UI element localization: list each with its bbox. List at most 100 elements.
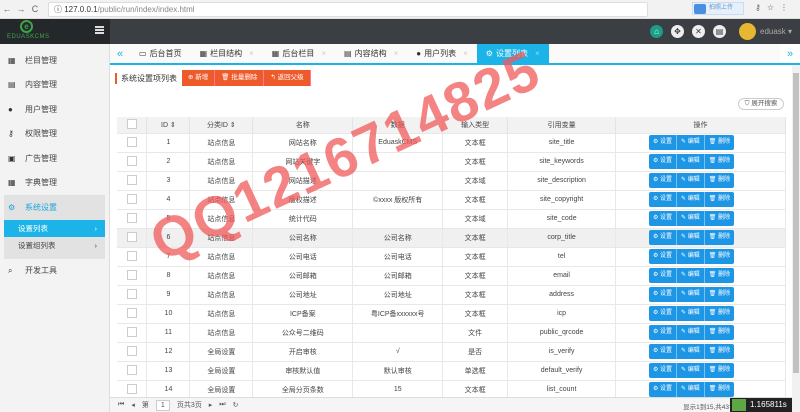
expand-search-button[interactable]: ⛉ 展开搜索 [738,98,784,110]
row-checkbox[interactable] [126,269,137,280]
select-all-checkbox[interactable] [126,118,137,129]
row-checkbox[interactable] [126,193,137,204]
table-row[interactable]: 7 站点信息 公司电话 公司电话 文本框 tel ⚙ 设置 ✎ 编辑 🗑 删除 [117,246,786,266]
set-button[interactable]: ⚙ 设置 [648,344,678,359]
first-page-icon[interactable]: ⏮ [118,401,124,409]
address-bar[interactable]: ⓘ 127.0.0.1/public/run/index/index.html [48,2,648,17]
set-button[interactable]: ⚙ 设置 [648,154,678,169]
sidebar-item[interactable]: ▦ 字典管理 [0,171,109,196]
table-row[interactable]: 11 站点信息 公众号二维码 文件 public_qrcode ⚙ 设置 ✎ 编辑 🗑 … [117,322,786,342]
table-row[interactable]: 12 全局设置 开启审核 √ 是否 is_verify ⚙ 设置 ✎ 编辑 🗑 删除 [117,341,786,361]
set-button[interactable]: ⚙ 设置 [648,135,678,150]
clear-cache-icon[interactable]: ▤ [713,25,726,38]
move-icon[interactable]: ✥ [671,25,684,38]
delete-button[interactable]: 🗑 删除 [704,268,735,283]
set-button[interactable]: ⚙ 设置 [648,306,678,321]
edit-button[interactable]: ✎ 编辑 [677,173,705,188]
set-button[interactable]: ⚙ 设置 [648,287,678,302]
row-checkbox[interactable] [126,231,137,242]
row-checkbox[interactable] [126,174,137,185]
sidebar-item[interactable]: ● 用户管理 [0,97,109,122]
row-checkbox[interactable] [126,383,137,394]
edit-button[interactable]: ✎ 编辑 [677,306,705,321]
sidebar-subitem-settings-list[interactable]: 设置列表 › [4,219,105,237]
edit-button[interactable]: ✎ 编辑 [677,135,705,150]
edit-button[interactable]: ✎ 编辑 [677,363,705,378]
prev-page-icon[interactable]: ◂ [131,401,135,409]
tab-close-icon[interactable]: × [321,49,326,58]
forward-icon[interactable]: → [14,4,28,14]
tabs-scroll-right-icon[interactable]: » [780,44,800,63]
delete-button[interactable]: 🗑 删除 [704,211,735,226]
page-input[interactable]: 1 [155,399,170,411]
edit-button[interactable]: ✎ 编辑 [677,230,705,245]
set-button[interactable]: ⚙ 设置 [648,211,678,226]
sidebar-item[interactable]: ▤ 内容管理 [0,73,109,98]
next-page-icon[interactable]: ▸ [209,401,213,409]
delete-button[interactable]: 🗑 删除 [704,287,735,302]
set-button[interactable]: ⚙ 设置 [648,268,678,283]
column-header[interactable]: ID ⇕ [146,117,191,133]
browser-menu-icons[interactable]: ⚷☆⋮ [755,3,794,12]
tab[interactable]: ▭ 后台首页 [130,44,191,63]
table-row[interactable]: 3 站点信息 网站描述 文本域 site_description ⚙ 设置 ✎ 编辑 🗑… [117,170,786,190]
set-button[interactable]: ⚙ 设置 [648,230,678,245]
sidebar-item-system-settings[interactable]: ⚙ 系统设置 [4,195,105,220]
table-row[interactable]: 5 站点信息 统计代码 文本域 site_code ⚙ 设置 ✎ 编辑 🗑 删除 [117,208,786,228]
delete-button[interactable]: 🗑 删除 [704,325,735,340]
tab-close-icon[interactable]: × [535,49,540,58]
sidebar-item[interactable]: ⚷ 权限管理 [0,122,109,147]
delete-button[interactable]: 🗑 删除 [704,363,735,378]
tab[interactable]: ● 用户列表 × [407,44,477,63]
batch-delete-button[interactable]: 🗑 批量删除 [215,70,265,86]
avatar[interactable] [739,23,756,40]
add-button[interactable]: ⊕ 新增 [182,70,216,86]
sidebar-item[interactable]: ▦ 栏目管理 [0,48,109,73]
edit-button[interactable]: ✎ 编辑 [677,192,705,207]
delete-button[interactable]: 🗑 删除 [704,344,735,359]
logo[interactable]: e EDUASKCMS [0,19,110,44]
delete-button[interactable]: 🗑 删除 [704,154,735,169]
sidebar-item[interactable]: ▣ 广告管理 [0,146,109,171]
row-checkbox[interactable] [126,288,137,299]
tab[interactable]: ▦ 后台栏目 × [263,44,335,63]
set-button[interactable]: ⚙ 设置 [648,192,678,207]
table-row[interactable]: 10 站点信息 ICP备案 粤ICP备xxxxxx号 文本框 icp ⚙ 设置 ✎ 编辑 … [117,303,786,323]
edit-button[interactable]: ✎ 编辑 [677,344,705,359]
tab[interactable]: ▤ 内容结构 × [335,44,407,63]
set-button[interactable]: ⚙ 设置 [648,173,678,188]
back-icon[interactable]: ← [0,4,14,14]
table-row[interactable]: 4 站点信息 版权描述 ©xxxx 版权所有 文本框 site_copyright ⚙ 设… [117,189,786,209]
edit-button[interactable]: ✎ 编辑 [677,325,705,340]
row-checkbox[interactable] [126,364,137,375]
home-icon[interactable]: ⌂ [650,25,663,38]
table-row[interactable]: 1 站点信息 网站名称 EduaskCMS 文本框 site_title ⚙ 设置 ✎ 编… [117,132,786,152]
upload-extension-button[interactable]: 拍照上传 [692,2,744,15]
delete-button[interactable]: 🗑 删除 [704,306,735,321]
scrollbar[interactable] [792,65,800,412]
set-button[interactable]: ⚙ 设置 [648,249,678,264]
edit-button[interactable]: ✎ 编辑 [677,287,705,302]
edit-button[interactable]: ✎ 编辑 [677,154,705,169]
user-menu[interactable]: eduask ▾ [760,27,792,36]
sidebar-subitem-settings-group-list[interactable]: 设置组列表 › [4,237,105,254]
row-checkbox[interactable] [126,250,137,261]
close-icon[interactable]: ✕ [692,25,705,38]
back-to-parent-button[interactable]: ↰ 返回父级 [264,70,311,86]
edit-button[interactable]: ✎ 编辑 [677,382,705,398]
tab[interactable]: ⚙ 设置列表 × [476,44,549,63]
delete-button[interactable]: 🗑 删除 [704,135,735,150]
table-row[interactable]: 8 站点信息 公司邮箱 公司邮箱 文本框 email ⚙ 设置 ✎ 编辑 🗑 删除 [117,265,786,285]
last-page-icon[interactable]: ⏭ [219,401,225,409]
sidebar-item-dev-tools[interactable]: ⌕ 开发工具 [0,259,109,284]
row-checkbox[interactable] [126,155,137,166]
set-button[interactable]: ⚙ 设置 [648,382,678,398]
row-checkbox[interactable] [126,307,137,318]
delete-button[interactable]: 🗑 删除 [704,382,735,398]
delete-button[interactable]: 🗑 删除 [704,192,735,207]
scrollbar-thumb[interactable] [793,73,799,373]
table-row[interactable]: 9 站点信息 公司地址 公司地址 文本框 address ⚙ 设置 ✎ 编辑 🗑 删除 [117,284,786,304]
edit-button[interactable]: ✎ 编辑 [677,268,705,283]
set-button[interactable]: ⚙ 设置 [648,363,678,378]
row-checkbox[interactable] [126,212,137,223]
